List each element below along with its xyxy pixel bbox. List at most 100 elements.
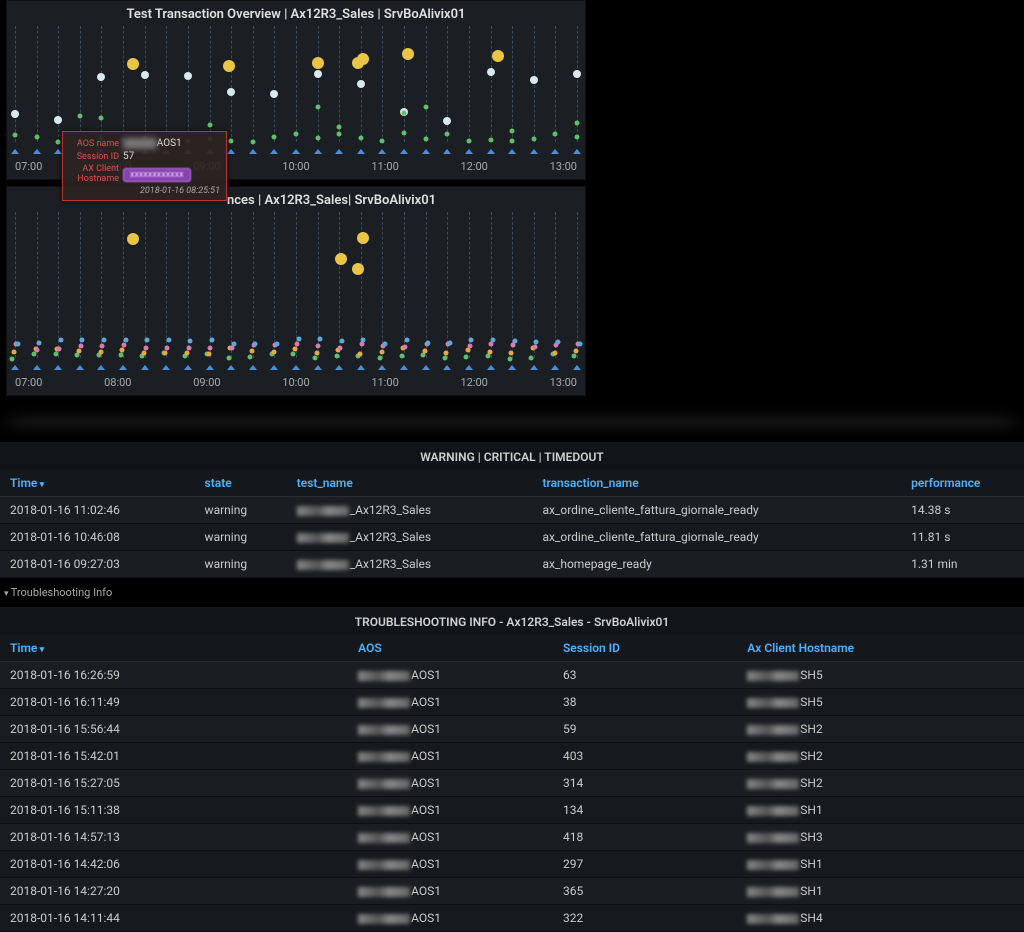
data-point[interactable] bbox=[231, 341, 236, 346]
data-point[interactable] bbox=[77, 113, 82, 118]
data-point[interactable] bbox=[145, 337, 150, 342]
data-point[interactable] bbox=[572, 353, 577, 358]
table-row[interactable]: 2018-01-16 09:27:03warning_Ax12R3_Salesa… bbox=[0, 551, 1024, 578]
data-point[interactable] bbox=[274, 341, 279, 346]
data-point[interactable] bbox=[208, 346, 213, 351]
data-point[interactable] bbox=[97, 73, 105, 81]
data-point[interactable] bbox=[577, 342, 582, 347]
data-point[interactable] bbox=[402, 48, 414, 60]
data-point[interactable] bbox=[249, 348, 254, 353]
data-point[interactable] bbox=[529, 356, 534, 361]
data-point[interactable] bbox=[54, 116, 62, 124]
data-point[interactable] bbox=[316, 344, 321, 349]
table-row[interactable]: 2018-01-16 14:11:44AOS1322SH4 bbox=[0, 905, 1024, 932]
data-point[interactable] bbox=[509, 351, 514, 356]
data-point[interactable] bbox=[10, 357, 15, 362]
col-time[interactable]: Time bbox=[0, 635, 348, 662]
col-txn[interactable]: transaction_name bbox=[532, 470, 901, 497]
data-point[interactable] bbox=[339, 339, 344, 344]
data-point[interactable] bbox=[507, 357, 512, 362]
data-point[interactable] bbox=[531, 136, 536, 141]
data-point[interactable] bbox=[143, 345, 148, 350]
data-point[interactable] bbox=[100, 344, 105, 349]
data-point[interactable] bbox=[271, 350, 276, 355]
data-point[interactable] bbox=[555, 340, 560, 345]
data-point[interactable] bbox=[486, 354, 491, 359]
data-point[interactable] bbox=[402, 130, 407, 135]
data-point[interactable] bbox=[338, 346, 343, 351]
table-row[interactable]: 2018-01-16 15:27:05AOS1314SH2 bbox=[0, 770, 1024, 797]
data-point[interactable] bbox=[229, 139, 234, 144]
data-point[interactable] bbox=[464, 355, 469, 360]
data-point[interactable] bbox=[318, 336, 323, 341]
data-point[interactable] bbox=[334, 354, 339, 359]
data-point[interactable] bbox=[426, 340, 431, 345]
data-point[interactable] bbox=[532, 344, 537, 349]
data-point[interactable] bbox=[380, 138, 385, 143]
data-point[interactable] bbox=[488, 137, 493, 142]
data-point[interactable] bbox=[358, 136, 363, 141]
data-point[interactable] bbox=[37, 340, 42, 345]
data-point[interactable] bbox=[335, 253, 347, 265]
data-point[interactable] bbox=[573, 70, 581, 78]
col-time[interactable]: Time bbox=[0, 470, 195, 497]
data-point[interactable] bbox=[447, 340, 452, 345]
data-point[interactable] bbox=[492, 50, 504, 62]
data-point[interactable] bbox=[185, 351, 190, 356]
data-point[interactable] bbox=[57, 346, 62, 351]
data-point[interactable] bbox=[402, 111, 407, 116]
data-point[interactable] bbox=[11, 110, 19, 118]
data-point[interactable] bbox=[101, 338, 106, 343]
data-point[interactable] bbox=[77, 348, 82, 353]
data-point[interactable] bbox=[250, 139, 255, 144]
data-point[interactable] bbox=[293, 346, 298, 351]
data-point[interactable] bbox=[382, 342, 387, 347]
data-point[interactable] bbox=[98, 350, 103, 355]
data-point[interactable] bbox=[467, 344, 472, 349]
data-point[interactable] bbox=[315, 105, 320, 110]
data-point[interactable] bbox=[312, 57, 324, 69]
table-row[interactable]: 2018-01-16 15:11:38AOS1134SH1 bbox=[0, 797, 1024, 824]
data-point[interactable] bbox=[404, 337, 409, 342]
data-point[interactable] bbox=[357, 53, 369, 65]
data-point[interactable] bbox=[357, 232, 369, 244]
data-point[interactable] bbox=[466, 139, 471, 144]
data-point[interactable] bbox=[534, 340, 539, 345]
data-point[interactable] bbox=[296, 337, 301, 342]
data-point[interactable] bbox=[123, 338, 128, 343]
data-point[interactable] bbox=[361, 338, 366, 343]
data-point[interactable] bbox=[423, 136, 428, 141]
data-point[interactable] bbox=[206, 352, 211, 357]
data-point[interactable] bbox=[552, 350, 557, 355]
data-point[interactable] bbox=[352, 263, 364, 275]
col-test[interactable]: test_name bbox=[287, 470, 533, 497]
table-row[interactable]: 2018-01-16 10:46:08warning_Ax12R3_Salesa… bbox=[0, 524, 1024, 551]
data-point[interactable] bbox=[184, 72, 192, 80]
table-row[interactable]: 2018-01-16 11:02:46warning_Ax12R3_Salesa… bbox=[0, 497, 1024, 524]
data-point[interactable] bbox=[12, 349, 17, 354]
data-point[interactable] bbox=[253, 341, 258, 346]
data-point[interactable] bbox=[357, 80, 365, 88]
data-point[interactable] bbox=[186, 346, 191, 351]
data-point[interactable] bbox=[510, 139, 515, 144]
data-point[interactable] bbox=[127, 58, 139, 70]
col-perf[interactable]: performance bbox=[901, 470, 1024, 497]
chart-plot-bottom[interactable] bbox=[15, 212, 577, 372]
data-point[interactable] bbox=[78, 344, 83, 349]
data-point[interactable] bbox=[272, 134, 277, 139]
data-point[interactable] bbox=[163, 350, 168, 355]
data-point[interactable] bbox=[141, 350, 146, 355]
data-point[interactable] bbox=[402, 345, 407, 350]
data-point[interactable] bbox=[56, 139, 61, 144]
data-point[interactable] bbox=[294, 132, 299, 137]
data-point[interactable] bbox=[358, 352, 363, 357]
col-state[interactable]: state bbox=[195, 470, 287, 497]
data-point[interactable] bbox=[442, 356, 447, 361]
data-point[interactable] bbox=[487, 68, 495, 76]
data-point[interactable] bbox=[58, 337, 63, 342]
data-point[interactable] bbox=[210, 338, 215, 343]
col-aos[interactable]: AOS bbox=[348, 635, 553, 662]
troubleshoot-expander[interactable]: Troubleshooting Info bbox=[0, 578, 1024, 607]
table-row[interactable]: 2018-01-16 14:42:06AOS1297SH1 bbox=[0, 851, 1024, 878]
table-row[interactable]: 2018-01-16 15:42:01AOS1403SH2 bbox=[0, 743, 1024, 770]
